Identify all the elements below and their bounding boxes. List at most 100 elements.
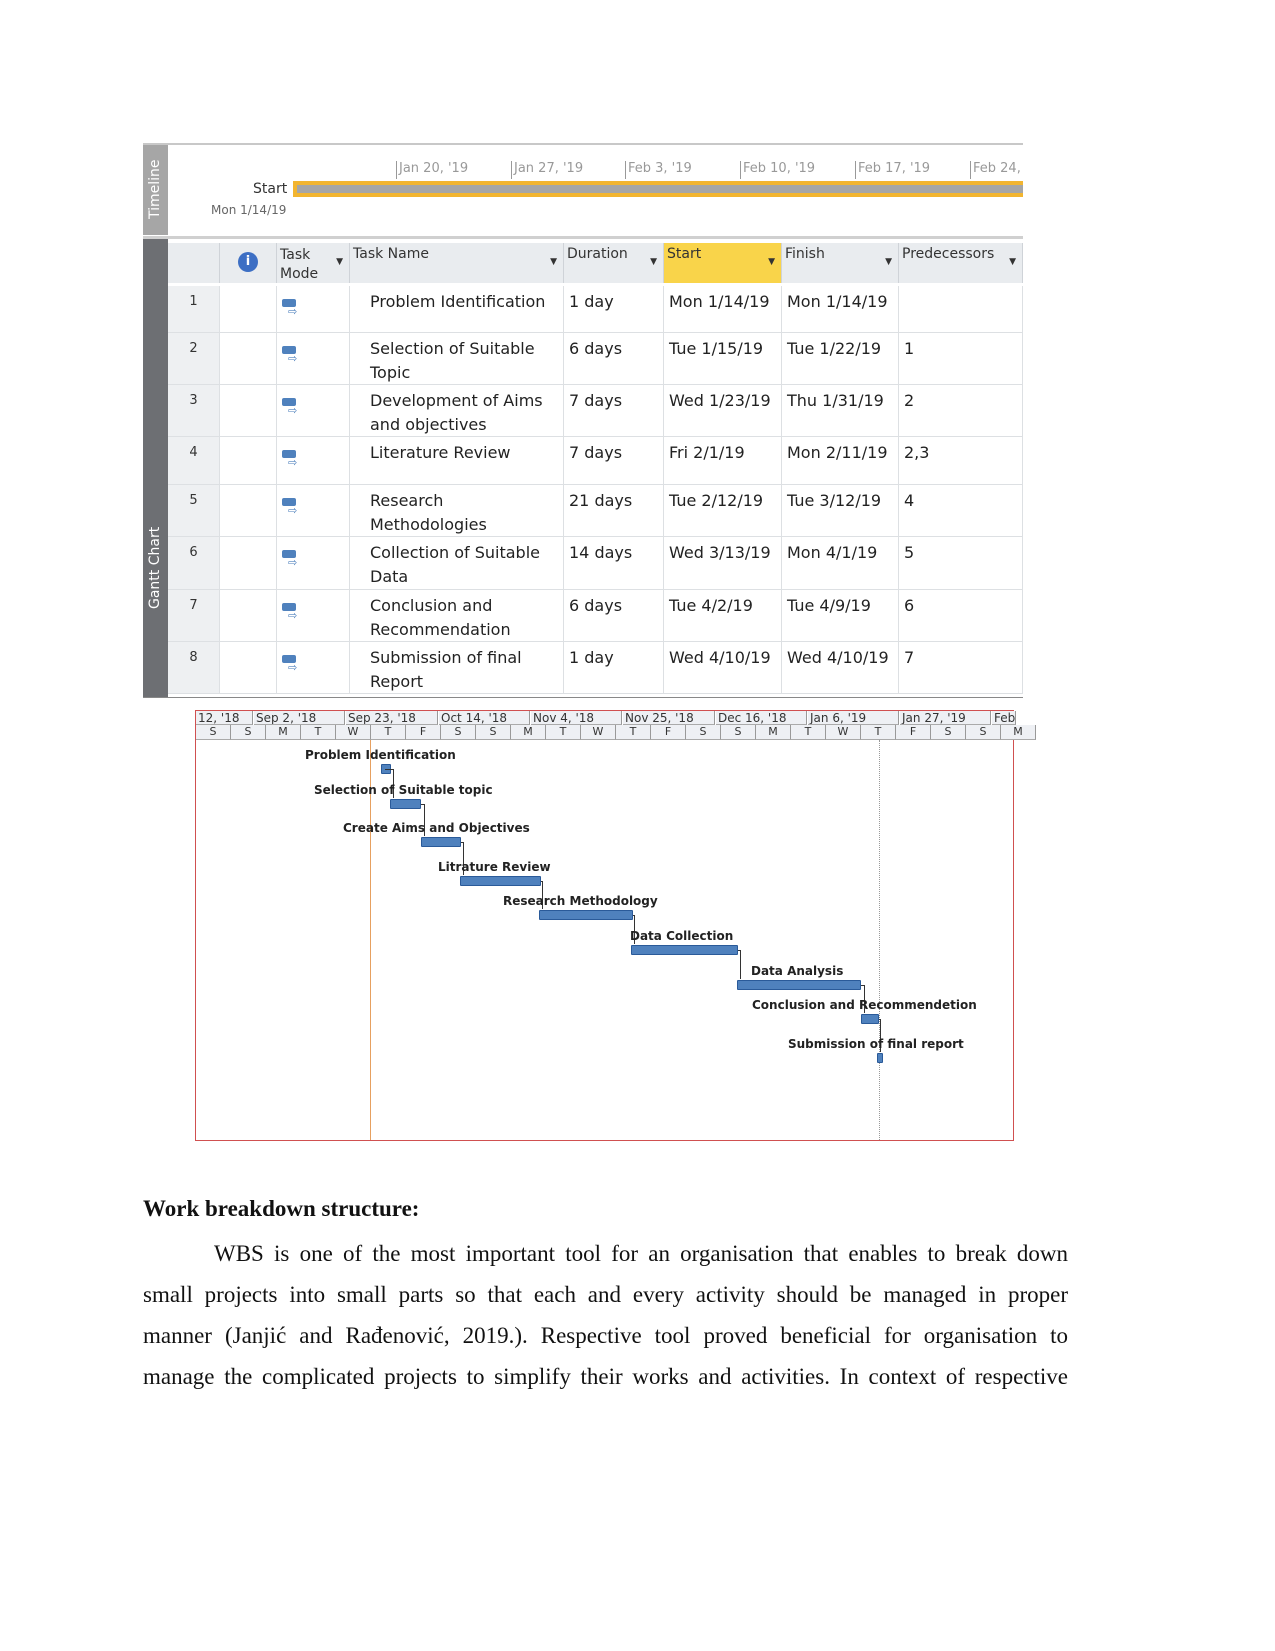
dropdown-arrow-icon[interactable]: ▼ xyxy=(650,257,657,267)
cell-duration[interactable]: 6 days xyxy=(564,333,664,385)
cell-mode[interactable]: ⇨ xyxy=(277,537,350,590)
cell-pred[interactable] xyxy=(899,286,1023,333)
cell-start[interactable]: Tue 2/12/19 xyxy=(664,485,782,537)
auto-scheduled-task-icon: ⇨ xyxy=(282,450,297,468)
header-finish[interactable]: Finish ▼ xyxy=(782,243,899,283)
cell-info[interactable] xyxy=(220,537,277,590)
cell-start[interactable]: Wed 4/10/19 xyxy=(664,642,782,694)
dropdown-arrow-icon[interactable]: ▼ xyxy=(1009,257,1016,267)
cell-duration[interactable]: 1 day xyxy=(564,642,664,694)
cell-finish[interactable]: Tue 1/22/19 xyxy=(782,333,899,385)
dropdown-arrow-icon[interactable]: ▼ xyxy=(885,257,892,267)
cell-duration[interactable]: 6 days xyxy=(564,590,664,642)
gantt-bar[interactable] xyxy=(539,910,633,920)
header-start[interactable]: Start ▼ xyxy=(664,243,782,283)
gantt-bar[interactable] xyxy=(877,1053,883,1063)
header-row-number[interactable] xyxy=(168,243,220,283)
cell-id[interactable]: 2 xyxy=(168,333,220,385)
gantt-bar[interactable] xyxy=(421,837,461,847)
header-predecessors[interactable]: Predecessors ▼ xyxy=(899,243,1023,283)
gantt-period-label: Oct 14, '18 xyxy=(439,711,530,725)
table-row[interactable]: 8 ⇨ Submission of final Report 1 day Wed 4/1… xyxy=(143,642,1023,694)
cell-name[interactable]: Problem Identification xyxy=(350,286,564,333)
gantt-bar[interactable] xyxy=(460,876,541,886)
cell-finish[interactable]: Thu 1/31/19 xyxy=(782,385,899,437)
cell-start[interactable]: Fri 2/1/19 xyxy=(664,437,782,485)
cell-duration[interactable]: 14 days xyxy=(564,537,664,590)
cell-finish[interactable]: Mon 2/11/19 xyxy=(782,437,899,485)
table-row[interactable]: 5 ⇨ Research Methodologies 21 days Tue 2/12/… xyxy=(143,485,1023,537)
cell-id[interactable]: 8 xyxy=(168,642,220,694)
cell-duration[interactable]: 1 day xyxy=(564,286,664,333)
cell-info[interactable] xyxy=(220,590,277,642)
gantt-bar[interactable] xyxy=(631,945,738,955)
table-row[interactable]: 7 ⇨ Conclusion and Recommendation 6 days Tue… xyxy=(143,590,1023,642)
cell-duration[interactable]: 7 days xyxy=(564,437,664,485)
cell-name[interactable]: Selection of Suitable Topic xyxy=(350,333,564,385)
gantt-bar[interactable] xyxy=(737,980,861,990)
cell-info[interactable] xyxy=(220,642,277,694)
cell-id[interactable]: 5 xyxy=(168,485,220,537)
table-row[interactable]: 1 ⇨ Problem Identification 1 day Mon 1/14/19… xyxy=(143,286,1023,333)
dropdown-arrow-icon[interactable]: ▼ xyxy=(336,257,343,267)
cell-mode[interactable]: ⇨ xyxy=(277,485,350,537)
cell-text: 21 days xyxy=(569,491,633,510)
cell-duration[interactable]: 21 days xyxy=(564,485,664,537)
cell-name[interactable]: Development of Aims and objectives xyxy=(350,385,564,437)
cell-id[interactable]: 3 xyxy=(168,385,220,437)
table-row[interactable]: 2 ⇨ Selection of Suitable Topic 6 days Tue 1… xyxy=(143,333,1023,385)
cell-mode[interactable]: ⇨ xyxy=(277,286,350,333)
cell-mode[interactable]: ⇨ xyxy=(277,385,350,437)
cell-finish[interactable]: Wed 4/10/19 xyxy=(782,642,899,694)
cell-pred[interactable]: 4 xyxy=(899,485,1023,537)
gantt-bar[interactable] xyxy=(390,799,421,809)
table-row[interactable]: 4 ⇨ Literature Review 7 days Fri 2/1/19 Mon 2… xyxy=(143,437,1023,485)
cell-info[interactable] xyxy=(220,437,277,485)
auto-scheduled-task-icon: ⇨ xyxy=(282,398,297,416)
cell-name[interactable]: Literature Review xyxy=(350,437,564,485)
cell-pred[interactable]: 1 xyxy=(899,333,1023,385)
cell-name[interactable]: Research Methodologies xyxy=(350,485,564,537)
cell-start[interactable]: Wed 1/23/19 xyxy=(664,385,782,437)
cell-start[interactable]: Tue 1/15/19 xyxy=(664,333,782,385)
cell-info[interactable] xyxy=(220,286,277,333)
dropdown-arrow-icon[interactable]: ▼ xyxy=(768,257,775,267)
cell-id[interactable]: 4 xyxy=(168,437,220,485)
cell-pred[interactable]: 6 xyxy=(899,590,1023,642)
cell-pred[interactable]: 2,3 xyxy=(899,437,1023,485)
cell-pred[interactable]: 2 xyxy=(899,385,1023,437)
cell-finish[interactable]: Mon 1/14/19 xyxy=(782,286,899,333)
table-row[interactable]: 3 ⇨ Development of Aims and objectives 7 da… xyxy=(143,385,1023,437)
header-task-mode[interactable]: Task Mode ▼ xyxy=(277,243,350,283)
cell-mode[interactable]: ⇨ xyxy=(277,642,350,694)
cell-finish[interactable]: Tue 3/12/19 xyxy=(782,485,899,537)
cell-duration[interactable]: 7 days xyxy=(564,385,664,437)
cell-info[interactable] xyxy=(220,485,277,537)
cell-pred[interactable]: 7 xyxy=(899,642,1023,694)
cell-mode[interactable]: ⇨ xyxy=(277,590,350,642)
cell-id[interactable]: 6 xyxy=(168,537,220,590)
cell-start[interactable]: Wed 3/13/19 xyxy=(664,537,782,590)
gantt-day-label: M xyxy=(266,725,301,740)
gantt-bar[interactable] xyxy=(861,1014,879,1024)
cell-mode[interactable]: ⇨ xyxy=(277,333,350,385)
header-duration[interactable]: Duration ▼ xyxy=(564,243,664,283)
cell-start[interactable]: Tue 4/2/19 xyxy=(664,590,782,642)
cell-name[interactable]: Collection of Suitable Data xyxy=(350,537,564,590)
cell-name[interactable]: Conclusion and Recommendation xyxy=(350,590,564,642)
header-info[interactable]: i xyxy=(220,243,277,283)
cell-finish[interactable]: Tue 4/9/19 xyxy=(782,590,899,642)
timeline-bar[interactable] xyxy=(293,181,1023,197)
table-row[interactable]: 6 ⇨ Collection of Suitable Data 14 days Wed … xyxy=(143,537,1023,590)
cell-mode[interactable]: ⇨ xyxy=(277,437,350,485)
cell-name[interactable]: Submission of final Report xyxy=(350,642,564,694)
dropdown-arrow-icon[interactable]: ▼ xyxy=(550,257,557,267)
cell-info[interactable] xyxy=(220,333,277,385)
cell-id[interactable]: 1 xyxy=(168,286,220,333)
cell-finish[interactable]: Mon 4/1/19 xyxy=(782,537,899,590)
cell-pred[interactable]: 5 xyxy=(899,537,1023,590)
cell-info[interactable] xyxy=(220,385,277,437)
header-task-name[interactable]: Task Name ▼ xyxy=(350,243,564,283)
cell-id[interactable]: 7 xyxy=(168,590,220,642)
cell-start[interactable]: Mon 1/14/19 xyxy=(664,286,782,333)
